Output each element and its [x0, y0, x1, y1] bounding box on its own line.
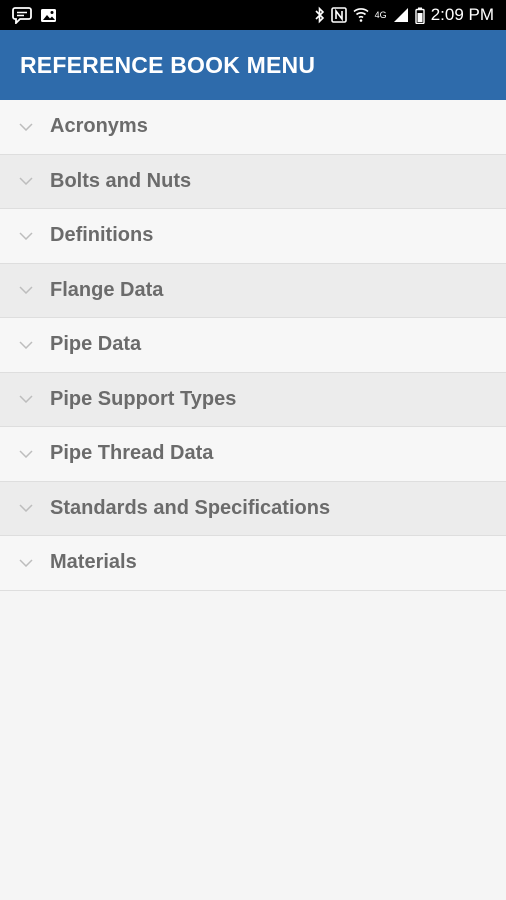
menu-item-pipe-data[interactable]: Pipe Data [0, 318, 506, 373]
menu-item-flange-data[interactable]: Flange Data [0, 263, 506, 318]
chevron-down-icon [0, 395, 50, 404]
menu-item-standards-and-specifications[interactable]: Standards and Specifications [0, 481, 506, 536]
page-title: REFERENCE BOOK MENU [20, 51, 316, 78]
chevron-down-icon [0, 177, 50, 186]
chevron-down-icon [0, 559, 50, 567]
menu-item-label: Flange Data [50, 278, 164, 301]
menu-item-definitions[interactable]: Definitions [0, 209, 506, 264]
chevron-down-icon [0, 286, 50, 295]
signal-icon [393, 7, 409, 23]
status-bar: 4G 2:09 PM [0, 0, 506, 30]
menu-item-label: Pipe Support Types [50, 387, 237, 410]
menu-item-label: Pipe Data [50, 333, 142, 356]
app-bar: REFERENCE BOOK MENU [0, 30, 506, 100]
menu-item-label: Definitions [50, 224, 154, 247]
menu-item-label: Acronyms [50, 115, 148, 138]
chevron-down-icon [0, 341, 50, 349]
chevron-down-icon [0, 450, 50, 458]
menu-item-materials[interactable]: Materials [0, 536, 506, 591]
menu-item-acronyms[interactable]: Acronyms [0, 100, 506, 155]
message-notification-icon [12, 6, 32, 24]
chevron-down-icon [0, 123, 50, 131]
chevron-down-icon [0, 504, 50, 513]
menu-item-pipe-support-types[interactable]: Pipe Support Types [0, 372, 506, 427]
menu-item-bolts-and-nuts[interactable]: Bolts and Nuts [0, 154, 506, 209]
wifi-icon [353, 7, 369, 23]
image-notification-icon [40, 8, 57, 23]
reference-menu-list: Acronyms Bolts and Nuts Definitions Flan… [0, 100, 506, 591]
menu-item-label: Standards and Specifications [50, 496, 331, 519]
menu-item-pipe-thread-data[interactable]: Pipe Thread Data [0, 427, 506, 482]
menu-item-label: Pipe Thread Data [50, 442, 214, 465]
status-time: 2:09 PM [430, 5, 494, 24]
menu-item-label: Materials [50, 551, 137, 574]
chevron-down-icon [0, 232, 50, 240]
battery-icon [414, 7, 425, 24]
bluetooth-icon [314, 6, 325, 24]
nfc-icon [330, 7, 347, 23]
network-type-label: 4G [374, 10, 387, 20]
menu-item-label: Bolts and Nuts [50, 169, 192, 192]
